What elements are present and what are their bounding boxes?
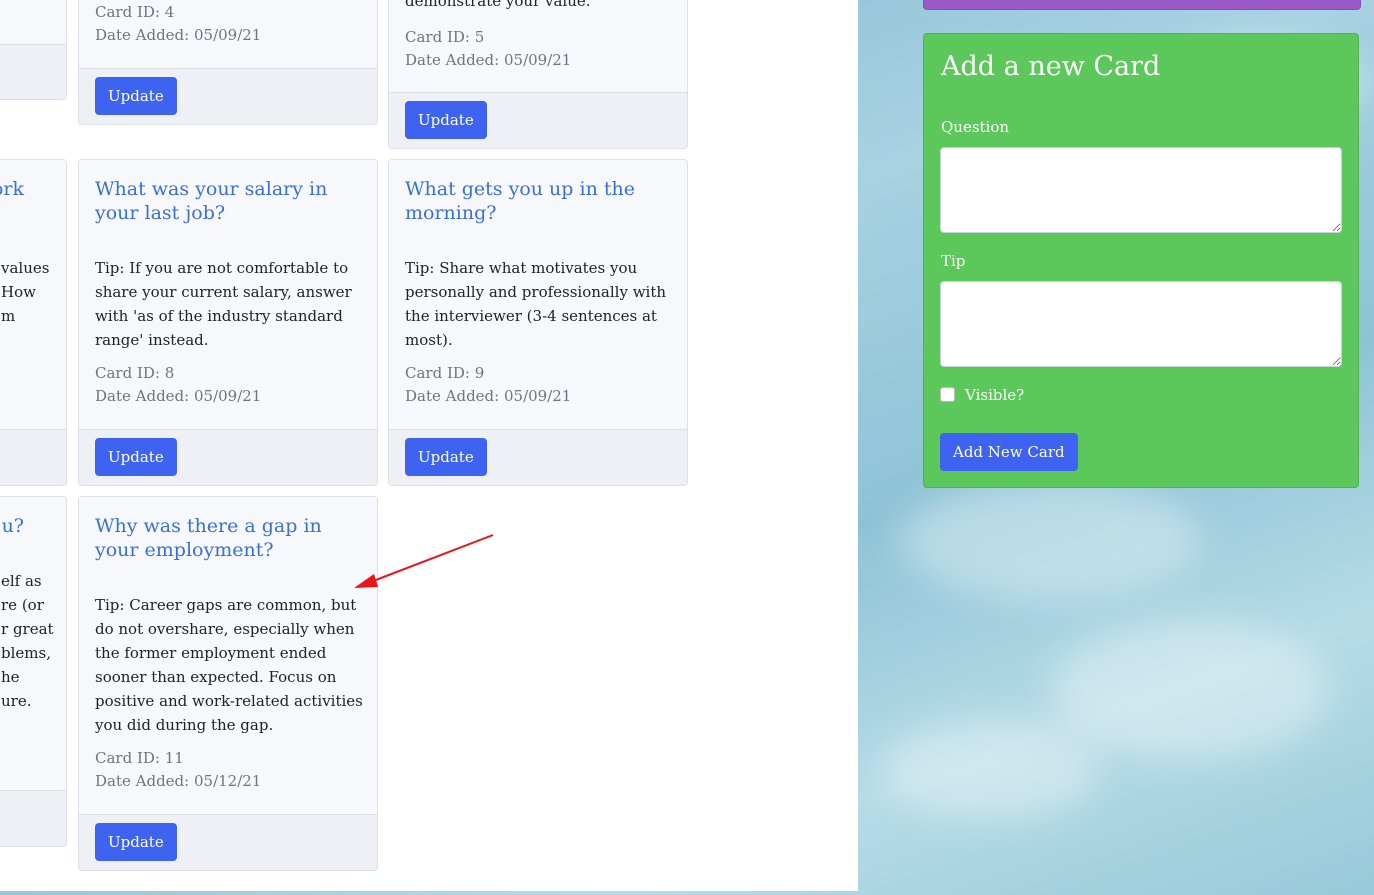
card-tip: Tip: Share what motivates you personally… [405,259,667,349]
update-button[interactable]: Update [95,438,177,476]
card-4: Card ID: 4 Date Added: 05/09/21 Update [78,0,378,125]
form-heading: Add a new Card [941,51,1161,82]
visible-checkbox[interactable] [940,387,955,402]
card-partial-left-row1 [0,0,67,100]
card-id: Card ID: 4 [95,3,175,21]
tip-input[interactable] [940,281,1342,367]
card-date: Date Added: 05/09/21 [405,51,572,69]
card-8: What was your salary in your last job? T… [78,159,378,486]
card-5: demonstrate your value. Card ID: 5 Date … [388,0,688,149]
update-button[interactable]: Update [95,823,177,861]
add-card-form: Add a new Card Question Tip Visible? Add… [923,33,1359,488]
card-date: Date Added: 05/09/21 [405,387,572,405]
card-id: Card ID: 8 [95,364,175,382]
tip-label: Tip [941,252,966,270]
update-button[interactable]: Update [405,438,487,476]
update-button[interactable]: Update [95,77,177,115]
card-9: What gets you up in the morning? Tip: Sh… [388,159,688,486]
card-partial-left-row2: ork values How m [0,159,67,486]
card-tip-fragment: blems, [1,644,51,662]
card-id: Card ID: 5 [405,28,485,46]
card-id: Card ID: 9 [405,364,485,382]
card-date: Date Added: 05/09/21 [95,26,262,44]
card-title-fragment: u? [1,515,24,537]
visible-label: Visible? [965,386,1025,404]
card-title-fragment: ork [0,178,24,200]
card-tip-fragment: m [1,307,16,325]
add-new-card-button[interactable]: Add New Card [940,433,1078,471]
annotation-arrow-icon [354,534,494,588]
card-tip-fragment: he [1,668,20,686]
question-label: Question [941,118,1010,136]
card-title: What gets you up in the morning? [405,178,635,224]
card-tip-tail: demonstrate your value. [405,0,591,10]
card-partial-left-row3: u? elf as re (or r great blems, he ure. [0,496,67,847]
purple-panel-edge [923,0,1361,10]
question-input[interactable] [940,147,1342,233]
card-tip: Tip: If you are not comfortable to share… [95,259,352,349]
card-date: Date Added: 05/09/21 [95,387,262,405]
update-button[interactable]: Update [405,101,487,139]
card-11: Why was there a gap in your employment? … [78,496,378,871]
card-date: Date Added: 05/12/21 [95,772,262,790]
card-tip-fragment: r great [1,620,54,638]
cards-panel: Card ID: 4 Date Added: 05/09/21 Update d… [0,0,858,891]
card-title: Why was there a gap in your employment? [95,515,322,561]
card-title: What was your salary in your last job? [95,178,328,224]
card-tip-fragment: ure. [1,692,32,710]
card-tip-fragment: elf as [1,572,42,590]
card-tip-fragment: values [1,259,50,277]
card-tip-fragment: How [1,283,36,301]
card-id: Card ID: 11 [95,749,184,767]
card-tip-fragment: re (or [1,596,44,614]
card-tip: Tip: Career gaps are common, but do not … [95,596,363,734]
